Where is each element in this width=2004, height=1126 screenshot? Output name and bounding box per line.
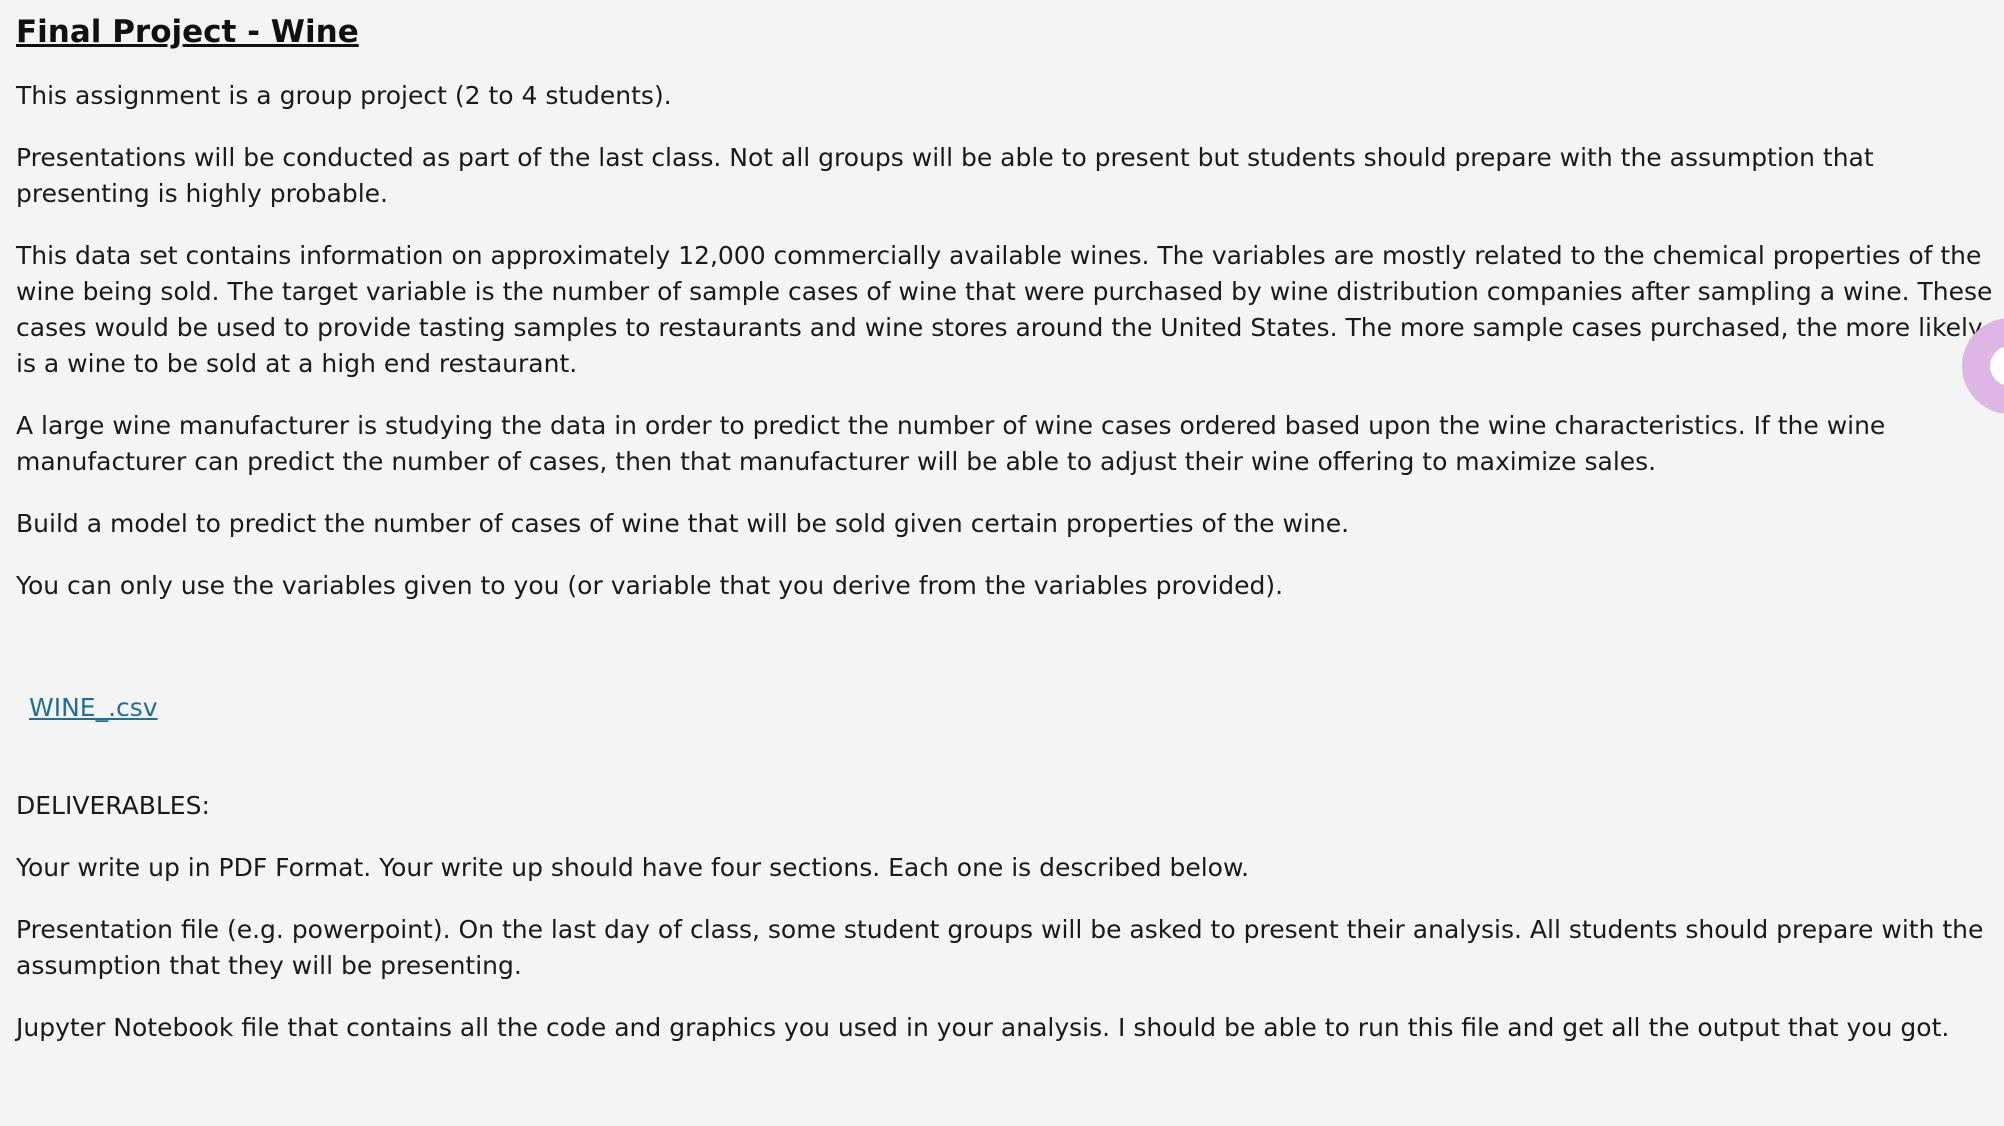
deliverables-heading: DELIVERABLES: [16, 791, 210, 820]
accessibility-launcher-icon [1990, 346, 2004, 386]
deliverable-notebook: Jupyter Notebook file that contains all … [16, 1013, 1950, 1042]
paragraph-group-size: This assignment is a group project (2 to… [16, 81, 672, 110]
paragraph-manufacturer: A large wine manufacturer is studying th… [16, 411, 1886, 476]
paragraph-data-set: This data set contains information on ap… [16, 241, 1993, 378]
assignment-page: Final Project - Wine This assignment is … [0, 0, 2004, 1126]
paragraph-presentations: Presentations will be conducted as part … [16, 143, 1874, 208]
page-title: Final Project - Wine [16, 14, 359, 50]
paragraph-variables: You can only use the variables given to … [16, 571, 1284, 600]
deliverable-write-up: Your write up in PDF Format. Your write … [16, 853, 1250, 882]
deliverable-presentation: Presentation file (e.g. powerpoint). On … [16, 915, 1984, 980]
paragraph-build-model: Build a model to predict the number of c… [16, 509, 1350, 538]
assignment-content: Final Project - Wine This assignment is … [16, 12, 2004, 1072]
wine-csv-link[interactable]: WINE_.csv [29, 690, 158, 726]
